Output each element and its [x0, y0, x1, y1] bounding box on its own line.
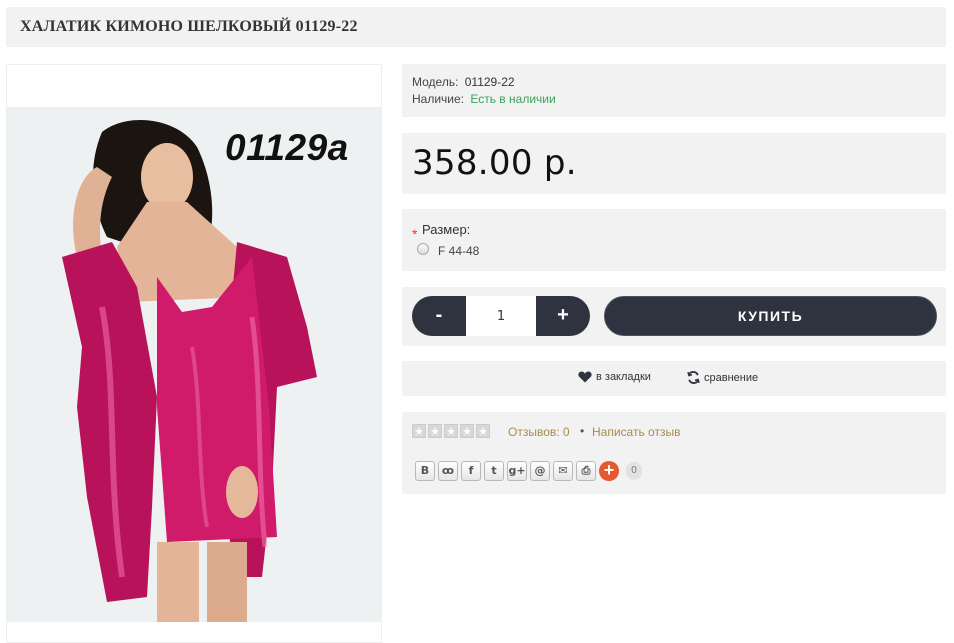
photo-sku-label: 01129a [225, 127, 349, 168]
quantity-decrease-button[interactable]: - [412, 296, 466, 336]
rating-stars: ★ ★ ★ ★ ★ [412, 424, 490, 438]
share-count: 0 [626, 462, 642, 480]
product-title-bar: ХАЛАТИК КИМОНО ШЕЛКОВЫЙ 01129-22 [6, 7, 946, 47]
product-actions-panel: в закладки сравнение [402, 361, 946, 396]
twitter-icon[interactable]: t [484, 461, 504, 481]
star-icon: ★ [412, 424, 426, 438]
email-icon[interactable]: ✉ [553, 461, 573, 481]
quantity-increase-button[interactable]: + [536, 296, 590, 336]
write-review-link[interactable]: Написать отзыв [592, 425, 680, 439]
add-to-compare-button[interactable]: сравнение [687, 371, 758, 384]
required-mark: * [412, 226, 418, 242]
add-to-wishlist-button[interactable]: в закладки [578, 371, 651, 383]
size-option-label: Размер: [422, 222, 471, 237]
model-label: Модель: [412, 75, 459, 89]
size-option-panel: * Размер: F 44-48 [402, 209, 946, 271]
size-radio-f44-48[interactable] [417, 243, 429, 255]
product-photo[interactable]: 01129a [7, 107, 381, 622]
price-panel: 358.00 р. [402, 133, 946, 194]
stock-label: Наличие: [412, 92, 465, 106]
stock-status: Есть в наличии [470, 92, 556, 106]
quantity-input[interactable] [466, 296, 536, 336]
star-icon: ★ [476, 424, 490, 438]
buy-button[interactable]: КУПИТЬ [604, 296, 937, 336]
model-photo-illustration [7, 107, 381, 622]
refresh-icon [687, 371, 700, 384]
stock-row: Наличие: Есть в наличии [412, 91, 946, 108]
share-more-icon[interactable]: + [599, 461, 619, 481]
quantity-stepper: - + [412, 296, 590, 336]
product-title: ХАЛАТИК КИМОНО ШЕЛКОВЫЙ 01129-22 [20, 18, 358, 35]
compare-label: сравнение [704, 371, 759, 384]
size-radio-label[interactable]: F 44-48 [438, 244, 479, 258]
purchase-panel: - + КУПИТЬ [402, 287, 946, 346]
share-buttons: В ꝏ f t g+ @ ✉ ⎙ + 0 [415, 461, 642, 481]
wishlist-label: в закладки [596, 371, 651, 383]
product-image-card[interactable]: 01129a [6, 64, 382, 643]
star-icon: ★ [460, 424, 474, 438]
print-icon[interactable]: ⎙ [576, 461, 596, 481]
reviews-share-panel: ★ ★ ★ ★ ★ Отзывов: 0 • Написать отзыв В … [402, 412, 946, 494]
star-icon: ★ [428, 424, 442, 438]
reviews-separator: • [580, 424, 585, 438]
product-info-panel: Модель: 01129-22 Наличие: Есть в наличии [402, 64, 946, 117]
mailru-icon[interactable]: @ [530, 461, 550, 481]
facebook-icon[interactable]: f [461, 461, 481, 481]
heart-icon [578, 371, 592, 383]
google-plus-icon[interactable]: g+ [507, 461, 527, 481]
odnoklassniki-icon[interactable]: ꝏ [438, 461, 458, 481]
product-price: 358.00 р. [412, 143, 577, 183]
model-value: 01129-22 [464, 75, 515, 89]
reviews-count-link[interactable]: Отзывов: 0 [508, 425, 570, 439]
vk-icon[interactable]: В [415, 461, 435, 481]
model-row: Модель: 01129-22 [412, 74, 946, 91]
star-icon: ★ [444, 424, 458, 438]
